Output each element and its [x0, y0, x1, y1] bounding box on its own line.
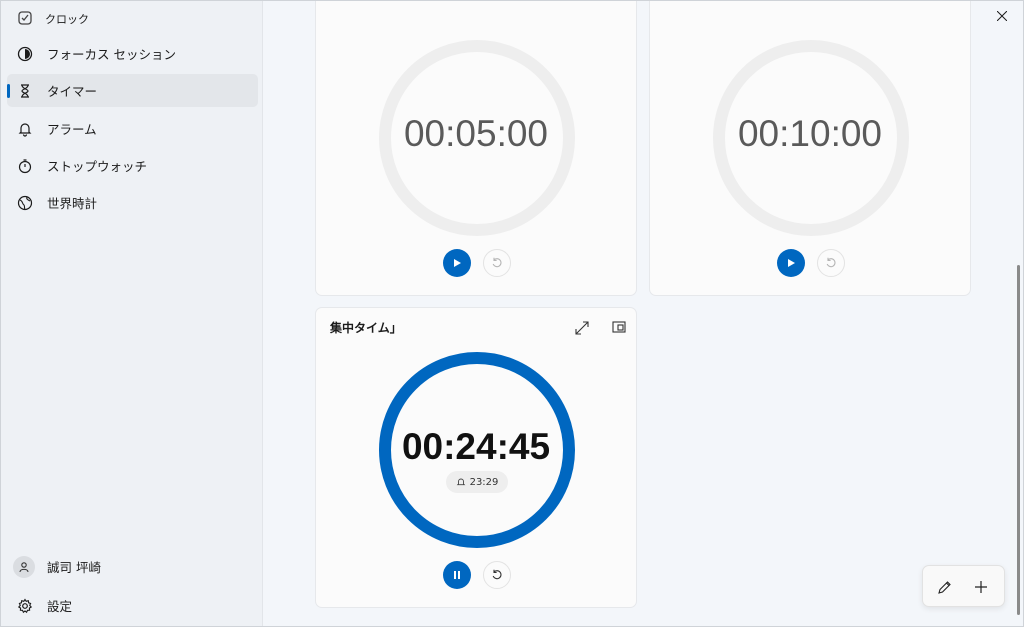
sidebar-item-timer[interactable]: タイマー — [7, 74, 258, 107]
start-button[interactable] — [777, 249, 805, 277]
scrollbar[interactable] — [1017, 265, 1020, 615]
keep-on-top-button[interactable] — [609, 318, 629, 338]
gear-icon — [15, 596, 35, 616]
sidebar: クロック フォーカス セッション タイマー アラーム ストップウォッチ 世界時計… — [1, 1, 263, 626]
clock-app-icon — [17, 10, 33, 29]
app-title: クロック — [45, 13, 89, 26]
play-icon — [454, 259, 461, 267]
pause-icon — [454, 571, 460, 579]
sidebar-item-alarm[interactable]: アラーム — [7, 112, 258, 145]
timer-time: 00:10:00 — [737, 113, 883, 154]
expand-button[interactable] — [572, 318, 592, 338]
plus-icon — [975, 581, 987, 593]
close-button[interactable] — [979, 1, 1023, 31]
start-button[interactable] — [443, 249, 471, 277]
sidebar-item-label: 設定 — [47, 599, 73, 614]
pencil-icon — [937, 580, 951, 594]
bell-icon — [456, 478, 465, 486]
sidebar-item-label: アラーム — [47, 122, 97, 137]
reset-icon — [826, 257, 836, 268]
edit-button[interactable] — [933, 576, 955, 598]
focus-icon — [15, 44, 35, 64]
user-account-button[interactable]: 誠司 坪崎 — [7, 550, 258, 583]
timer-card[interactable]: 00:05:00 — [315, 1, 637, 296]
sidebar-item-label: ストップウォッチ — [47, 159, 148, 174]
app-title-bar: クロック — [17, 9, 89, 29]
person-icon — [19, 561, 29, 572]
stopwatch-icon — [15, 156, 35, 176]
timer-time: 00:05:00 — [403, 113, 549, 154]
reset-icon — [492, 257, 502, 268]
timer-card[interactable]: 00:10:00 — [649, 1, 971, 296]
clock-app-window: クロック フォーカス セッション タイマー アラーム ストップウォッチ 世界時計… — [0, 0, 1024, 627]
reset-button[interactable] — [483, 249, 511, 277]
end-time-badge: 23:29 — [446, 471, 508, 493]
timer-card-running[interactable]: 集中タイム」 00:24:45 23:29 — [315, 307, 637, 608]
timer-title: 集中タイム」 — [330, 321, 402, 335]
sidebar-item-label: フォーカス セッション — [47, 47, 176, 62]
reset-button[interactable] — [817, 249, 845, 277]
active-indicator — [7, 84, 10, 98]
user-name: 誠司 坪崎 — [47, 560, 101, 575]
avatar — [13, 555, 35, 578]
reset-icon — [492, 569, 502, 580]
globe-icon — [15, 193, 35, 213]
play-icon — [788, 259, 795, 267]
pause-button[interactable] — [443, 561, 471, 589]
pin-window-icon — [612, 321, 626, 333]
reset-button[interactable] — [483, 561, 511, 589]
close-icon — [997, 11, 1007, 21]
sidebar-item-focus[interactable]: フォーカス セッション — [7, 37, 258, 70]
sidebar-item-label: タイマー — [47, 84, 98, 99]
end-time: 23:29 — [469, 476, 499, 488]
sidebar-item-settings[interactable]: 設定 — [7, 589, 258, 622]
sidebar-item-label: 世界時計 — [47, 196, 98, 211]
sidebar-item-stopwatch[interactable]: ストップウォッチ — [7, 149, 258, 182]
timer-time: 00:24:45 — [401, 426, 551, 467]
expand-icon — [575, 321, 589, 335]
sidebar-item-world-clock[interactable]: 世界時計 — [7, 186, 258, 219]
timer-actions-bar — [922, 565, 1005, 607]
add-timer-button[interactable] — [970, 576, 992, 598]
hourglass-icon — [15, 81, 35, 101]
bell-icon — [15, 119, 35, 139]
